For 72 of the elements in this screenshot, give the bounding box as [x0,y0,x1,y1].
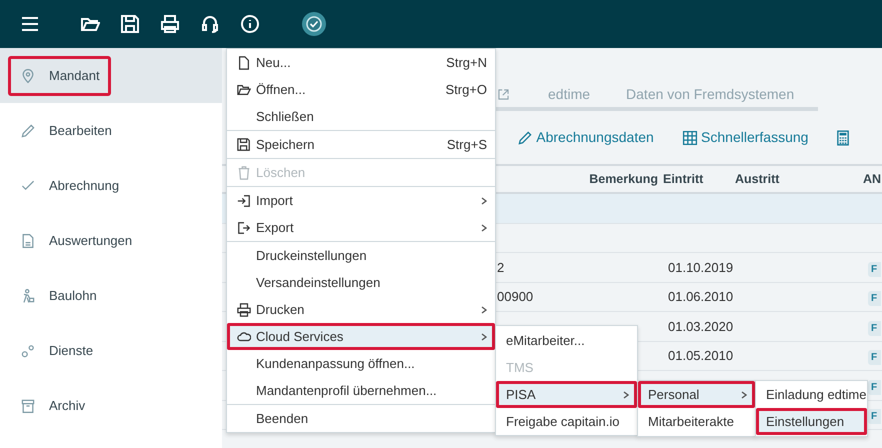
menu-item[interactable]: Öffnen... Strg+O [227,76,495,103]
menu-item[interactable]: Neu... Strg+N [227,49,495,76]
menu-item[interactable]: Versandeinstellungen [227,269,495,296]
table-cell: 01.05.2010 [668,348,734,363]
status-tag: F [868,380,882,394]
menu-item[interactable]: Einstellungen [756,408,867,435]
chevron-right-icon [741,390,747,398]
headset-icon[interactable] [200,14,220,34]
status-tag: F [868,320,882,336]
column-header: Eintritt [663,170,704,188]
menu-item[interactable]: Mandantenprofil übernehmen... [227,377,495,404]
menu-item[interactable]: Export [227,214,495,241]
sidebar-item[interactable]: Baulohn [0,268,222,323]
chevron-right-icon [481,224,487,232]
sidebar-item[interactable]: Auswertungen [0,213,222,268]
menu-icon[interactable] [20,14,40,34]
menu-item[interactable]: Druckeinstellungen [227,242,495,269]
printer-icon[interactable] [160,14,180,34]
grid-icon [682,130,698,146]
table-cell: 01.06.2010 [668,289,734,304]
import-icon [237,194,251,208]
column-header: Austritt [735,170,780,188]
status-tag: F [868,409,882,424]
location-pin-icon [20,68,36,84]
archive-icon [20,398,36,414]
menu-item[interactable]: Freigabe capitain.io [496,408,637,435]
sidebar-item[interactable]: Mandant [0,48,222,103]
sidebar-item[interactable]: Archiv [0,378,222,433]
menu-item[interactable]: Einladung edtime [756,381,867,408]
export-icon [237,220,251,234]
chevron-right-icon [481,196,487,204]
printer-icon [237,302,251,316]
menu-item[interactable]: eMitarbeiter... [496,327,637,354]
menu-item[interactable]: PISA [496,381,637,408]
menu-item[interactable]: Mitarbeiterakte [638,408,755,435]
info-icon[interactable] [240,14,260,34]
status-tag: F [868,350,882,365]
pencil-icon [20,122,36,138]
column-header: Bemerkung [588,170,658,188]
menu-item[interactable]: Schließen [227,103,495,130]
table-cell: 2 [497,260,504,274]
chevron-right-icon [623,390,629,398]
chevron-right-icon [481,332,487,340]
menu-item[interactable]: Drucken [227,296,495,323]
calculator-icon[interactable] [837,130,850,146]
sidebar-item[interactable]: Abrechnung [0,158,222,213]
logo-icon[interactable] [302,12,326,36]
column-header: AN [863,170,882,188]
menu-item[interactable]: Speichern Strg+S [227,131,495,158]
chevron-right-icon [481,306,487,314]
save-icon [237,138,251,152]
sidebar-item[interactable]: Bearbeiten [0,103,222,158]
trash-icon [237,166,251,180]
status-tag: F [868,291,882,306]
menu-item[interactable]: Cloud Services [227,323,495,350]
toolbar-button[interactable]: Abrechnungsdaten [516,126,655,149]
document-icon [20,232,36,248]
menu-item[interactable]: Personal [638,381,755,408]
menu-item[interactable]: Beenden [227,405,495,432]
table-cell: 00900 [497,289,534,304]
toolbar-button[interactable]: Schnellerfassung [680,126,810,149]
pencil-icon [517,130,533,146]
status-tag: F [868,262,882,276]
table-cell: 01.03.2020 [668,318,734,334]
menu-item[interactable]: Import [227,187,495,214]
save-icon[interactable] [120,14,140,34]
cloud-icon [237,330,251,344]
menu-item[interactable]: Kundenanpassung öffnen... [227,350,495,377]
sidebar-item[interactable]: Dienste [0,323,222,378]
document-icon [237,56,251,70]
folder-icon [237,82,251,96]
table-cell: 01.10.2019 [668,260,734,274]
